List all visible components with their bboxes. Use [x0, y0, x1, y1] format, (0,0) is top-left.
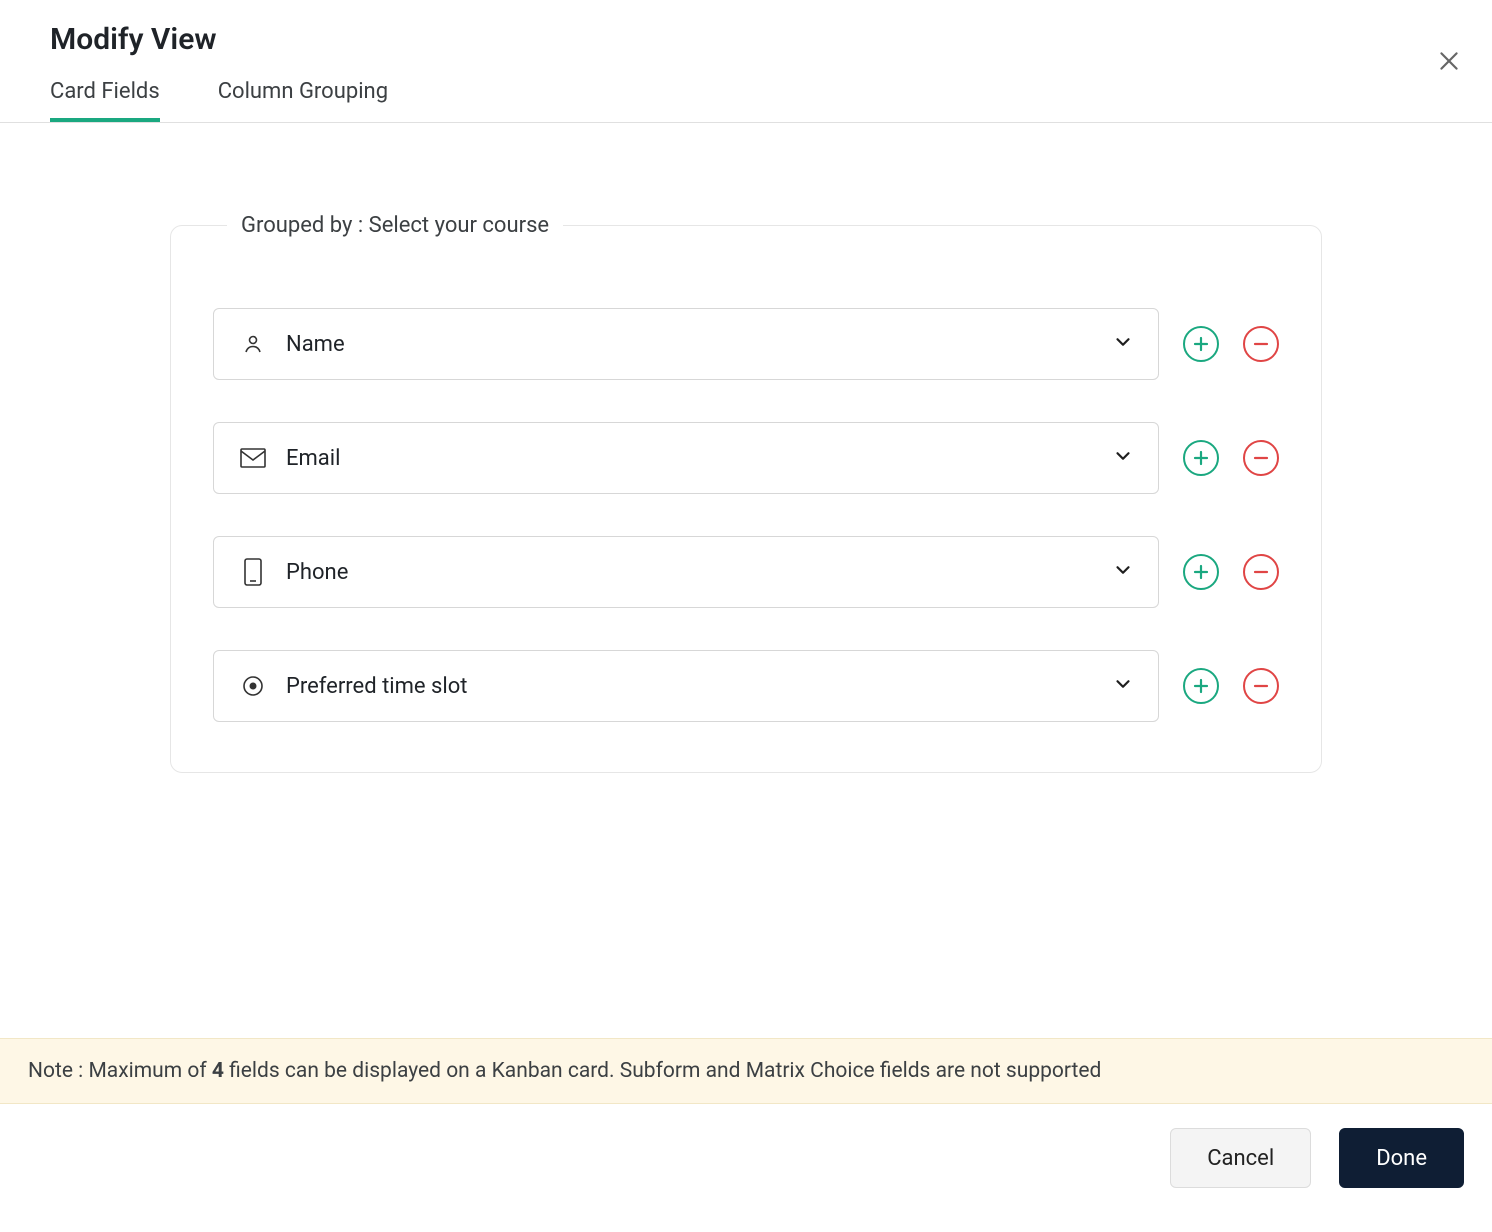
minus-icon [1253, 450, 1269, 466]
note-count: 4 [212, 1059, 224, 1083]
chevron-down-icon [1112, 559, 1134, 585]
plus-icon [1193, 450, 1209, 466]
modify-view-dialog: Modify View Card Fields Column Grouping … [0, 0, 1492, 1232]
close-button[interactable] [1436, 48, 1462, 78]
note-bar: Note : Maximum of 4 fields can be displa… [0, 1038, 1492, 1104]
cancel-button[interactable]: Cancel [1170, 1128, 1311, 1188]
add-field-button[interactable] [1183, 326, 1219, 362]
add-field-button[interactable] [1183, 440, 1219, 476]
tabs: Card Fields Column Grouping [50, 79, 1442, 122]
field-select-phone[interactable]: Phone [213, 536, 1159, 608]
chevron-down-icon [1112, 673, 1134, 699]
field-row: Name [213, 308, 1279, 380]
radio-icon [238, 674, 268, 698]
field-row: Email [213, 422, 1279, 494]
plus-icon [1193, 678, 1209, 694]
person-icon [238, 332, 268, 356]
add-field-button[interactable] [1183, 668, 1219, 704]
minus-icon [1253, 336, 1269, 352]
done-button[interactable]: Done [1339, 1128, 1464, 1188]
field-label: Preferred time slot [286, 674, 1112, 699]
dialog-header: Modify View Card Fields Column Grouping [0, 0, 1492, 123]
chevron-down-icon [1112, 445, 1134, 471]
plus-icon [1193, 564, 1209, 580]
content: Grouped by : Select your course Name [0, 123, 1492, 1038]
field-select-timeslot[interactable]: Preferred time slot [213, 650, 1159, 722]
phone-device-icon [238, 558, 268, 586]
field-row: Preferred time slot [213, 650, 1279, 722]
add-field-button[interactable] [1183, 554, 1219, 590]
remove-field-button[interactable] [1243, 668, 1279, 704]
dialog-footer: Cancel Done [0, 1104, 1492, 1232]
plus-icon [1193, 336, 1209, 352]
tab-column-grouping[interactable]: Column Grouping [218, 79, 388, 122]
remove-field-button[interactable] [1243, 554, 1279, 590]
dialog-title: Modify View [50, 22, 1442, 57]
group-fieldset: Grouped by : Select your course Name [170, 213, 1322, 773]
field-label: Phone [286, 560, 1112, 585]
field-label: Email [286, 446, 1112, 471]
note-suffix: fields can be displayed on a Kanban card… [224, 1059, 1101, 1083]
remove-field-button[interactable] [1243, 326, 1279, 362]
field-row: Phone [213, 536, 1279, 608]
group-legend: Grouped by : Select your course [227, 213, 563, 238]
field-label: Name [286, 332, 1112, 357]
mail-icon [238, 448, 268, 468]
chevron-down-icon [1112, 331, 1134, 357]
field-select-name[interactable]: Name [213, 308, 1159, 380]
minus-icon [1253, 564, 1269, 580]
field-select-email[interactable]: Email [213, 422, 1159, 494]
close-icon [1436, 48, 1462, 74]
remove-field-button[interactable] [1243, 440, 1279, 476]
minus-icon [1253, 678, 1269, 694]
note-prefix: Note : Maximum of [28, 1059, 212, 1083]
tab-card-fields[interactable]: Card Fields [50, 79, 160, 122]
